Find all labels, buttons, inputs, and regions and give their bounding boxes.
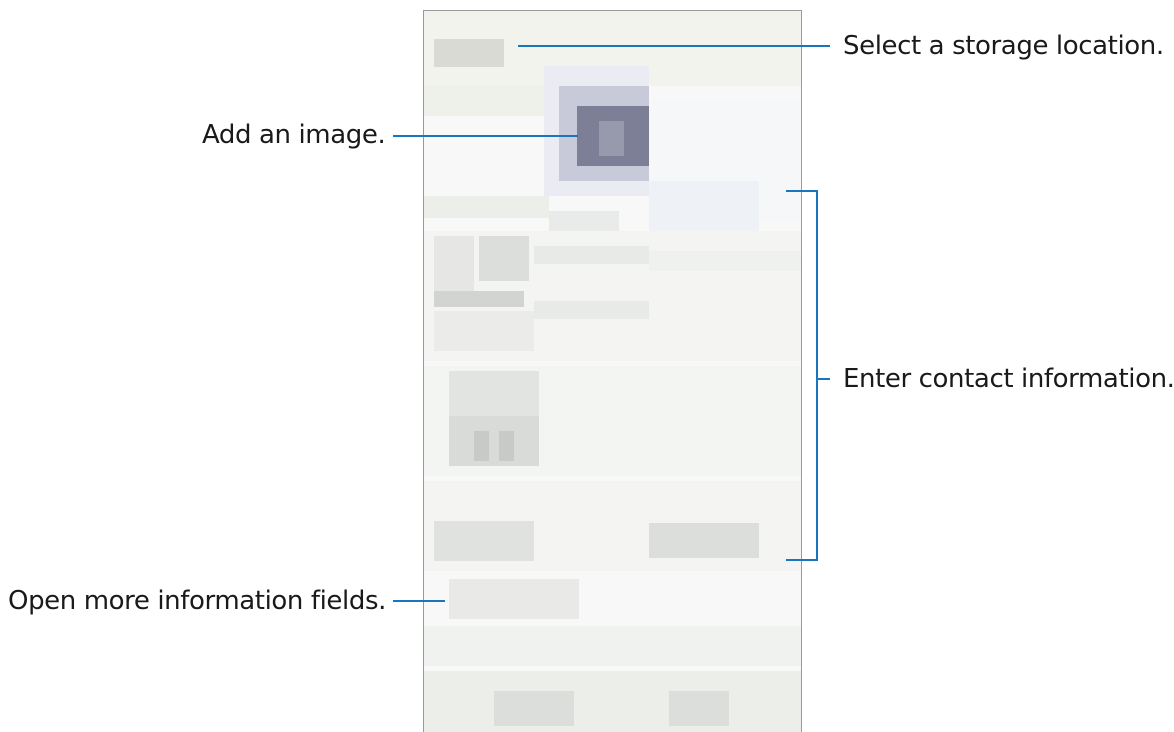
image-callout-line	[393, 135, 578, 137]
contact-callout-label: Enter contact information.	[843, 364, 1174, 394]
contact-bracket-bottom	[786, 559, 818, 561]
storage-callout-line	[518, 45, 830, 47]
group-selector[interactable]	[649, 523, 759, 558]
phone-screen	[423, 10, 802, 732]
contact-bracket-top	[786, 190, 818, 192]
more-fields-callout-label: Open more information fields.	[8, 586, 386, 616]
phone-icon	[449, 371, 539, 416]
cancel-button[interactable]	[494, 691, 574, 726]
name-icon	[434, 236, 474, 296]
save-button[interactable]	[669, 691, 729, 726]
contact-bracket-vertical	[816, 190, 818, 561]
bottom-action-bar	[424, 671, 801, 732]
image-callout-label: Add an image.	[202, 120, 386, 150]
more-fields-button[interactable]	[449, 579, 579, 619]
storage-account-icon	[434, 39, 504, 67]
storage-callout-label: Select a storage location.	[843, 31, 1164, 61]
more-fields-callout-line	[393, 600, 445, 602]
contact-callout-line	[818, 378, 830, 380]
